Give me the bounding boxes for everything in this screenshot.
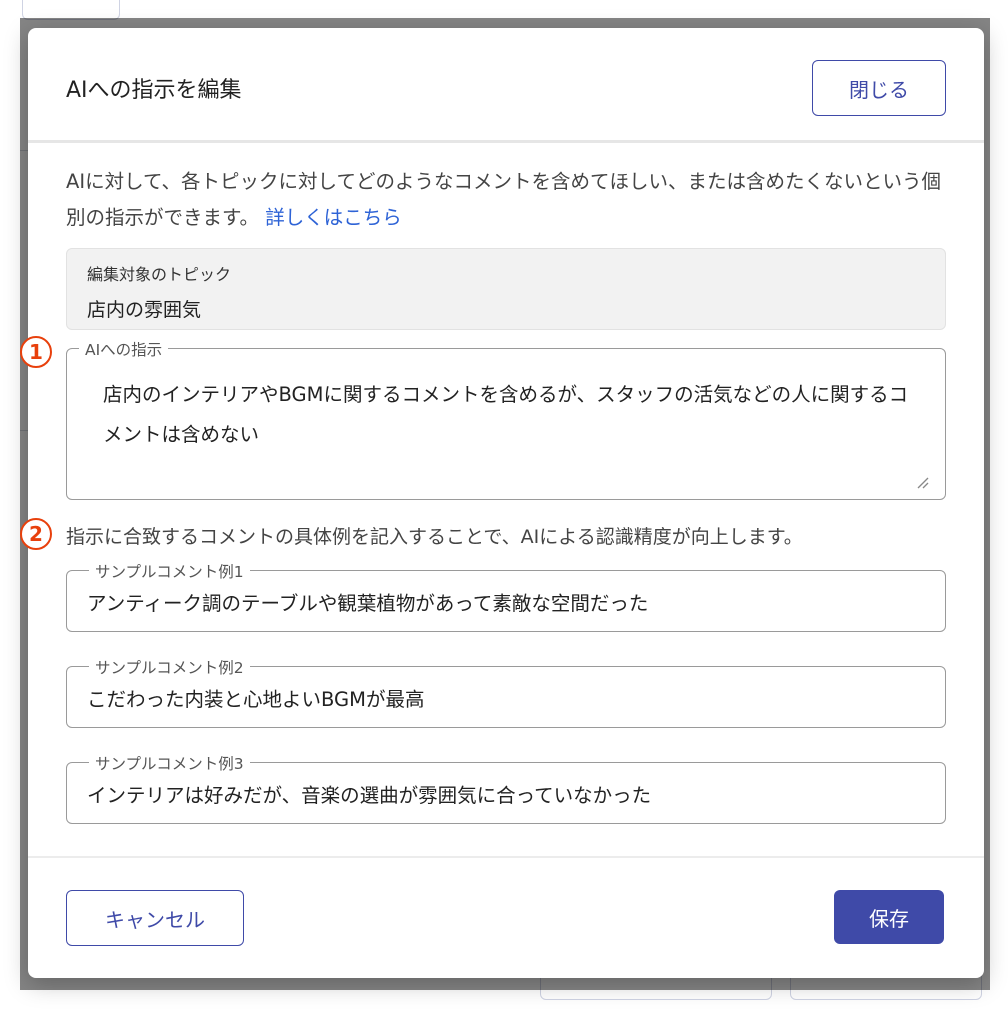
sample-hint-text: 指示に合致するコメントの具体例を記入することで、AIによる認識精度が向上します。 [66,526,803,548]
topic-field: 編集対象のトピック 店内の雰囲気 [66,248,946,330]
dialog-title: AIへの指示を編集 [66,78,242,103]
sample-comment-label-1: サンプルコメント例1 [89,560,250,582]
learn-more-link[interactable]: 詳しくはこちら [265,206,402,229]
topic-field-value: 店内の雰囲気 [87,299,202,321]
cancel-button[interactable]: キャンセル [66,890,244,946]
dialog-header: AIへの指示を編集 閉じる [28,28,984,146]
topic-field-label: 編集対象のトピック [87,265,232,284]
close-button[interactable]: 閉じる [812,60,946,116]
ai-instruction-label: AIへの指示 [79,338,169,360]
sample-comment-value-2: こだわった内装と心地よいBGMが最高 [87,688,425,711]
sample-comment-value-1: アンティーク調のテーブルや観葉植物があって素敵な空間だった [87,592,649,615]
footer-divider [28,856,984,858]
ai-instruction-value: 店内のインテリアやBGMに関するコメントを含めるが、スタッフの活気などの人に関す… [103,383,909,446]
sample-comment-field-2[interactable]: サンプルコメント例2 こだわった内装と心地よいBGMが最高 [66,656,946,728]
background-tab [22,0,120,20]
resize-handle-icon[interactable] [915,475,929,489]
dialog-description: AIに対して、各トピックに対してどのようなコメントを含めてほしい、または含めたく… [66,164,946,236]
sample-comment-label-3: サンプルコメント例3 [89,752,250,774]
sample-comment-field-3[interactable]: サンプルコメント例3 インテリアは好みだが、音楽の選曲が雰囲気に合っていなかった [66,752,946,824]
description-text: AIに対して、各トピックに対してどのようなコメントを含めてほしい、または含めたく… [66,170,941,229]
ai-instruction-textarea[interactable]: AIへの指示 店内のインテリアやBGMに関するコメントを含めるが、スタッフの活気… [66,338,946,500]
sample-comment-value-3: インテリアは好みだが、音楽の選曲が雰囲気に合っていなかった [87,784,652,807]
save-button[interactable]: 保存 [834,890,944,944]
sample-comment-field-1[interactable]: サンプルコメント例1 アンティーク調のテーブルや観葉植物があって素敵な空間だった [66,560,946,632]
edit-ai-instruction-dialog: AIへの指示を編集 閉じる AIに対して、各トピックに対してどのようなコメントを… [20,28,984,978]
header-divider [28,140,984,143]
step-badge-2: 2 [20,518,52,550]
step-badge-1: 1 [20,336,52,368]
sample-comment-label-2: サンプルコメント例2 [89,656,250,678]
